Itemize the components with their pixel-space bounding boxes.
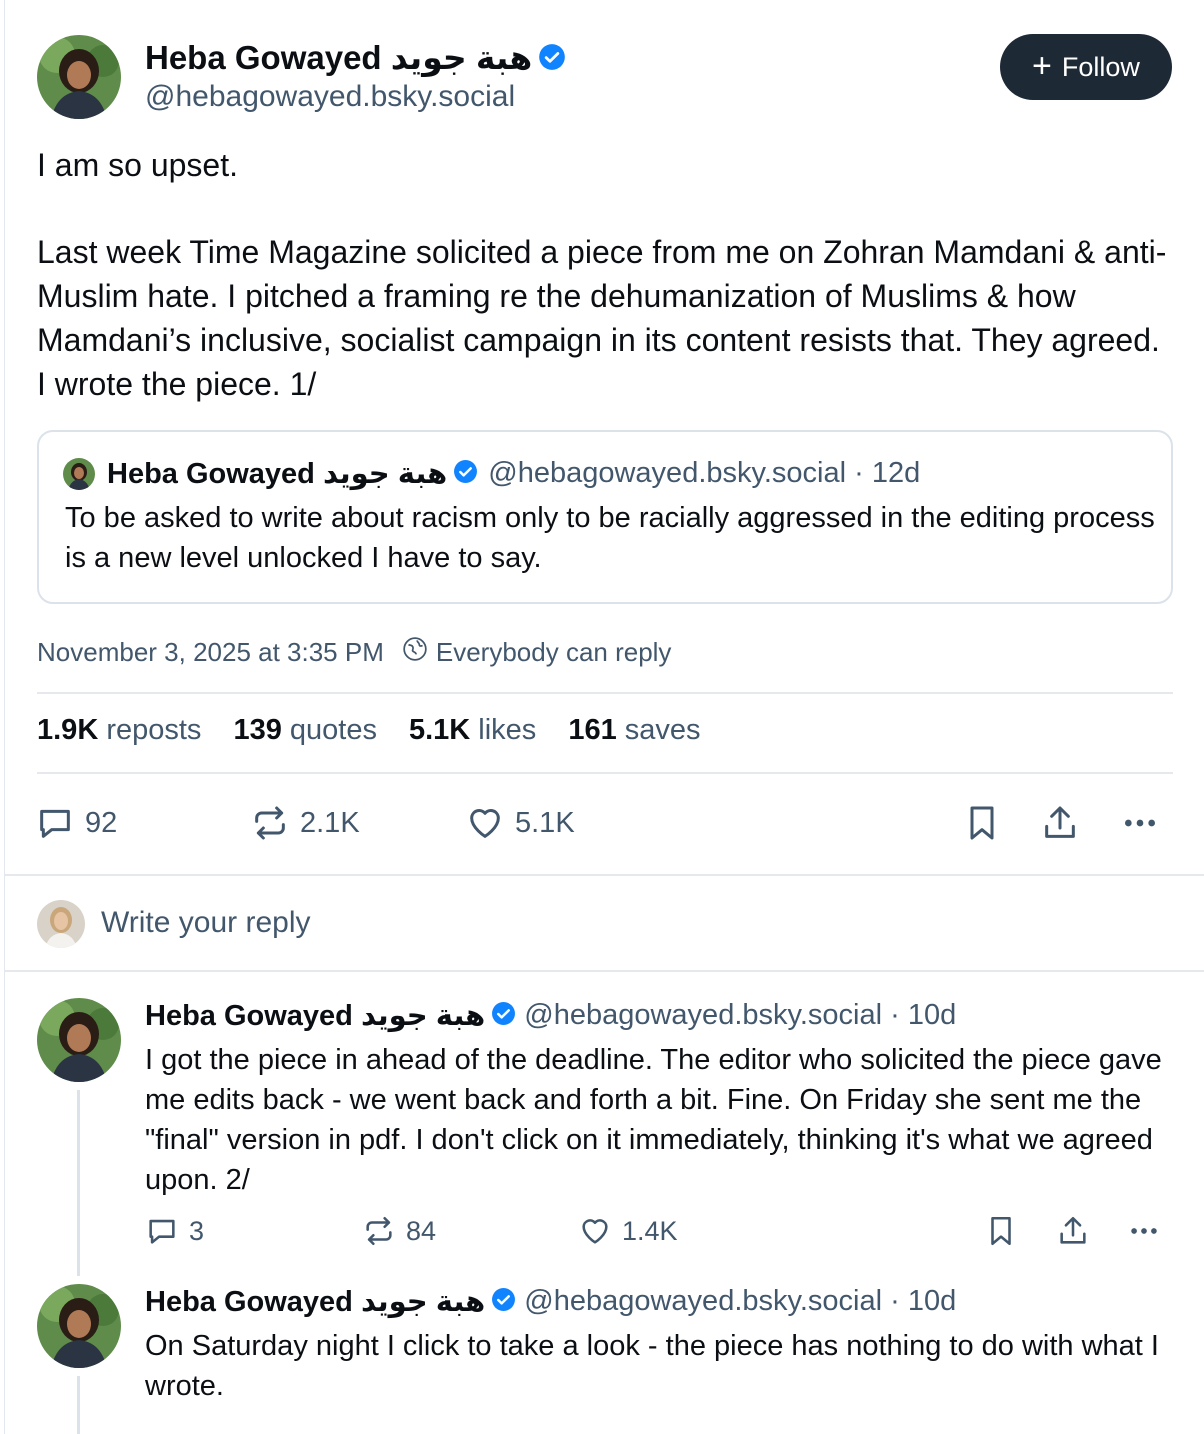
share-button[interactable] [1056,1214,1090,1248]
verified-badge-icon [491,1001,516,1031]
stat-label: reposts [106,714,202,746]
like-icon [578,1214,612,1248]
repost-button[interactable]: 84 [362,1214,436,1248]
bookmark-icon [962,803,1002,843]
post-timestamp: November 3, 2025 at 3:35 PM [37,637,384,667]
like-count: 5.1K [515,806,575,839]
post-stats: 1.9K reposts 139 quotes 5.1K likes 161 s… [37,714,733,747]
stat-reposts[interactable]: 1.9K reposts [37,714,201,747]
repost-count: 84 [406,1215,437,1246]
stat-quotes[interactable]: 139 quotes [233,714,377,747]
divider [37,692,1173,694]
post-text-line1: I am so upset. [37,147,238,183]
repost-icon [362,1214,396,1248]
reply-text: I got the piece in ahead of the deadline… [145,1044,1162,1196]
thread-line [77,1376,80,1434]
author-name[interactable]: Heba Gowayed هبة جويد [145,38,566,79]
post-text-body: Last week Time Magazine solicited a piec… [37,234,1167,402]
more-button[interactable] [1127,1214,1161,1248]
author-avatar[interactable] [37,35,121,119]
reply-composer-input[interactable]: Write your reply [101,906,311,940]
quoted-author-avatar [63,457,95,490]
reply-count: 3 [189,1215,205,1246]
share-icon [1040,803,1080,843]
divider [4,874,1204,876]
author-name-text: Heba Gowayed هبة جويد [145,39,533,76]
stat-count: 139 [233,714,282,746]
current-user-avatar [37,900,85,948]
quoted-post-header: Heba Gowayed هبة جويد @hebagowayed.bsky.… [63,456,920,491]
repost-count: 2.1K [300,806,360,839]
reply-permission[interactable]: Everybody can reply [402,636,672,669]
bookmark-icon [984,1214,1018,1248]
frame-border [4,0,5,1434]
stat-likes[interactable]: 5.1K likes [409,714,536,747]
follow-button[interactable]: + Follow [1000,34,1172,100]
author-handle[interactable]: @hebagowayed.bsky.social [145,80,515,114]
reply-count: 92 [85,806,118,839]
reply-header: Heba Gowayed هبة جويد @hebagowayed.bsky.… [145,998,956,1033]
reply-author-name[interactable]: Heba Gowayed هبة جويد [145,998,485,1033]
divider [37,772,1173,774]
reply-text: On Saturday night I click to take a look… [145,1330,1159,1402]
reply-button[interactable]: 3 [145,1214,204,1248]
reply-icon [145,1214,179,1248]
stat-count: 5.1K [408,714,471,746]
share-icon [1056,1214,1090,1248]
quoted-author-name: Heba Gowayed هبة جويد [107,458,448,490]
bookmark-button[interactable] [984,1214,1018,1248]
reply-icon [35,803,75,843]
more-button[interactable] [1120,803,1160,843]
verified-badge-icon [538,41,566,79]
repost-icon [250,803,290,843]
stat-count: 161 [568,714,617,746]
reply-handle-time[interactable]: @hebagowayed.bsky.social · 10d [524,1285,956,1318]
stat-label: quotes [289,714,377,746]
like-count: 1.4K [622,1215,678,1246]
follow-label: Follow [1061,51,1140,82]
reply-handle-time[interactable]: @hebagowayed.bsky.social · 10d [524,999,956,1032]
reply-author-avatar[interactable] [37,998,121,1082]
quoted-post-text: To be asked to write about racism only t… [65,502,1155,574]
globe-reply-icon [402,636,428,669]
post-meta: November 3, 2025 at 3:35 PM Everybody ca… [37,636,671,669]
share-button[interactable] [1040,803,1080,843]
reply-button[interactable]: 92 [35,803,117,843]
verified-badge-icon [491,1287,516,1317]
quoted-handle-time: @hebagowayed.bsky.social · 12d [488,457,921,489]
more-icon [1127,1214,1161,1248]
stat-count: 1.9K [37,714,99,746]
reply-author-avatar[interactable] [37,1284,121,1368]
reply-header: Heba Gowayed هبة جويد @hebagowayed.bsky.… [145,1284,956,1319]
like-button[interactable]: 5.1K [465,803,575,843]
divider [4,970,1204,972]
reply-author-name[interactable]: Heba Gowayed هبة جويد [145,1284,485,1319]
plus-icon: + [1032,46,1052,85]
bookmark-button[interactable] [962,803,1002,843]
stat-saves[interactable]: 161 saves [568,714,700,747]
repost-button[interactable]: 2.1K [250,803,360,843]
reply-permission-label: Everybody can reply [435,637,672,667]
like-icon [465,803,505,843]
thread-line [77,1090,80,1276]
like-button[interactable]: 1.4K [578,1214,678,1248]
stat-label: likes [478,714,537,746]
verified-badge-icon [453,459,478,489]
stat-label: saves [624,714,701,746]
quoted-post-card[interactable]: Heba Gowayed هبة جويد @hebagowayed.bsky.… [37,430,1173,604]
more-icon [1120,803,1160,843]
